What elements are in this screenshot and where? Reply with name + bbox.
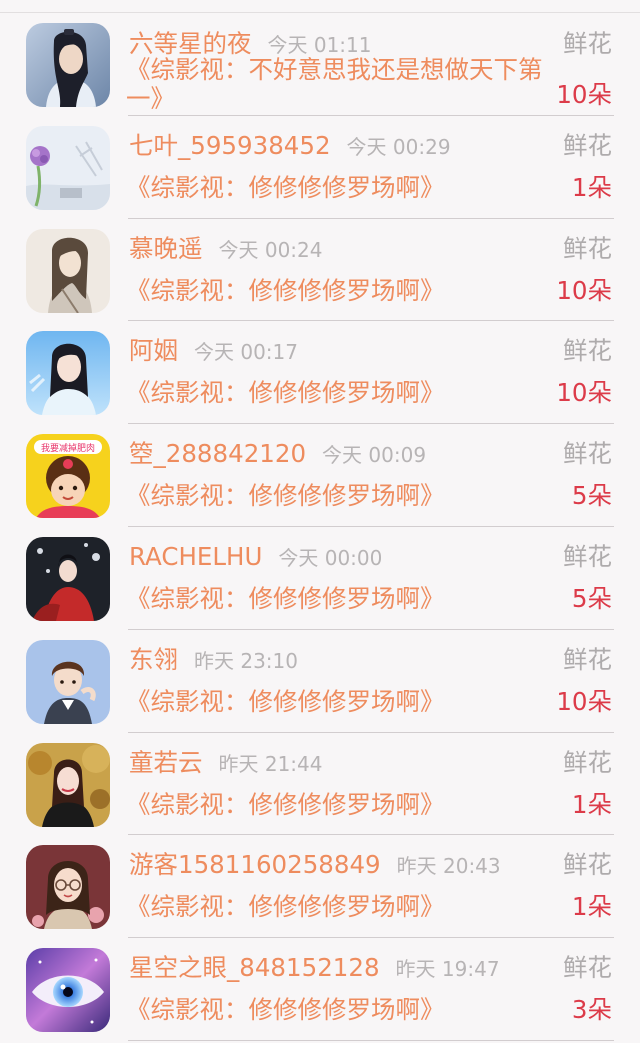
timestamp: 今天 01:11 (267, 33, 372, 57)
gift-type: 鲜花 (563, 130, 612, 160)
avatar-photo-woman-red-icon (26, 536, 110, 621)
avatar[interactable]: 我要减掉肥肉 (26, 434, 110, 519)
gift-type: 鲜花 (563, 747, 612, 777)
timestamp: 昨天 23:10 (194, 648, 298, 673)
gift-type: 鲜花 (563, 29, 612, 58)
gift-type: 鲜花 (563, 439, 612, 469)
gift-count: 10朵 (556, 378, 612, 408)
avatar[interactable] (26, 228, 110, 313)
timestamp: 昨天 20:43 (396, 854, 501, 879)
book-title-link[interactable]: 《综影视：不好意思我还是想做天下第一》 (126, 55, 546, 113)
list-item[interactable]: 星空之眼_848152128 昨天 19:47 鲜花 《综影视：修修修修罗场啊》 … (0, 938, 640, 1041)
reward-list: 六等星的夜 今天 01:11 鲜花 《综影视：不好意思我还是想做天下第一》 10朵… (0, 13, 640, 1041)
book-title-link[interactable]: 《综影视：修修修修罗场啊》 (126, 789, 445, 821)
user-name[interactable]: 慕晚遥 (129, 234, 203, 263)
avatar[interactable] (26, 742, 110, 827)
avatar-photo-boy-blue-icon (26, 639, 110, 724)
gift-count: 1朵 (571, 172, 612, 202)
gift-type: 鲜花 (563, 850, 612, 880)
timestamp: 今天 00:24 (218, 237, 323, 262)
avatar-illustration-flower-icon (26, 125, 110, 210)
book-title-link[interactable]: 《综影视：修修修修罗场啊》 (126, 994, 445, 1026)
avatar[interactable] (26, 845, 110, 930)
timestamp: 昨天 19:47 (395, 957, 500, 982)
avatar[interactable] (26, 125, 110, 210)
gift-count: 10朵 (556, 275, 612, 305)
gift-count: 5朵 (571, 583, 612, 613)
book-title-link[interactable]: 《综影视：修修修修罗场啊》 (126, 275, 445, 307)
gift-type: 鲜花 (563, 644, 612, 674)
user-name[interactable]: 东翎 (129, 645, 178, 674)
gift-type: 鲜花 (563, 541, 612, 571)
list-item[interactable]: 阿姻 今天 00:17 鲜花 《综影视：修修修修罗场啊》 10朵 (0, 321, 640, 425)
avatar[interactable] (26, 639, 110, 724)
avatar[interactable] (26, 536, 110, 621)
list-item[interactable]: 童若云 昨天 21:44 鲜花 《综影视：修修修修罗场啊》 1朵 (0, 733, 640, 836)
timestamp: 今天 00:29 (346, 134, 451, 159)
avatar-photo-girl-blue-icon (26, 331, 110, 416)
gift-count: 10朵 (556, 686, 612, 716)
avatar-photo-woman-autumn-icon (26, 742, 110, 827)
gift-type: 鲜花 (563, 953, 612, 983)
book-title-link[interactable]: 《综影视：修修修修罗场啊》 (126, 377, 445, 409)
svg-text:我要减掉肥肉: 我要减掉肥肉 (41, 442, 95, 454)
book-title-link[interactable]: 《综影视：修修修修罗场啊》 (126, 583, 445, 615)
book-title-link[interactable]: 《综影视：修修修修罗场啊》 (126, 480, 445, 512)
avatar-cartoon-girl-yellow-icon: 我要减掉肥肉 (26, 434, 110, 519)
avatar-cartoon-girl-glasses-icon (26, 845, 110, 930)
user-name[interactable]: 七叶_595938452 (129, 131, 331, 160)
gift-count: 3朵 (571, 995, 612, 1025)
timestamp: 昨天 21:44 (218, 751, 323, 776)
timestamp: 今天 00:00 (278, 545, 383, 570)
user-name[interactable]: 六等星的夜 (129, 29, 252, 58)
list-item[interactable]: RACHELHU 今天 00:00 鲜花 《综影视：修修修修罗场啊》 5朵 (0, 527, 640, 630)
list-item[interactable]: 六等星的夜 今天 01:11 鲜花 《综影视：不好意思我还是想做天下第一》 10朵 (0, 13, 640, 116)
user-name[interactable]: 游客1581160258849 (129, 850, 381, 879)
gift-count: 5朵 (571, 481, 612, 511)
list-item[interactable]: 慕晚遥 今天 00:24 鲜花 《综影视：修修修修罗场啊》 10朵 (0, 219, 640, 322)
user-name[interactable]: 阿姻 (129, 336, 178, 365)
user-name[interactable]: 箜_288842120 (129, 439, 306, 468)
gift-count: 1朵 (571, 892, 612, 922)
gift-count: 1朵 (571, 789, 612, 819)
list-item[interactable]: 东翎 昨天 23:10 鲜花 《综影视：修修修修罗场啊》 10朵 (0, 630, 640, 733)
gift-count: 10朵 (556, 80, 612, 109)
book-title-link[interactable]: 《综影视：修修修修罗场啊》 (126, 686, 445, 718)
user-name[interactable]: 星空之眼_848152128 (129, 953, 380, 982)
avatar-illustration-swordsman-icon (26, 228, 110, 313)
list-item[interactable]: 我要减掉肥肉 箜_288842120 今天 00:09 鲜花 《综影视：修修修修罗… (0, 424, 640, 527)
avatar[interactable] (26, 948, 110, 1033)
timestamp: 今天 00:09 (322, 443, 427, 468)
list-item[interactable]: 游客1581160258849 昨天 20:43 鲜花 《综影视：修修修修罗场啊》… (0, 835, 640, 939)
avatar[interactable] (26, 331, 110, 416)
avatar[interactable] (26, 23, 110, 107)
gift-type: 鲜花 (563, 336, 612, 366)
avatar-photo-man-ancient-icon (26, 23, 110, 107)
book-title-link[interactable]: 《综影视：修修修修罗场啊》 (126, 891, 445, 923)
timestamp: 今天 00:17 (194, 340, 298, 365)
book-title-link[interactable]: 《综影视：修修修修罗场啊》 (126, 172, 445, 204)
user-name[interactable]: RACHELHU (129, 542, 262, 571)
gift-type: 鲜花 (563, 233, 612, 263)
avatar-illustration-eye-icon (26, 948, 110, 1033)
user-name[interactable]: 童若云 (129, 748, 203, 777)
list-item[interactable]: 七叶_595938452 今天 00:29 鲜花 《综影视：修修修修罗场啊》 1朵 (0, 116, 640, 219)
